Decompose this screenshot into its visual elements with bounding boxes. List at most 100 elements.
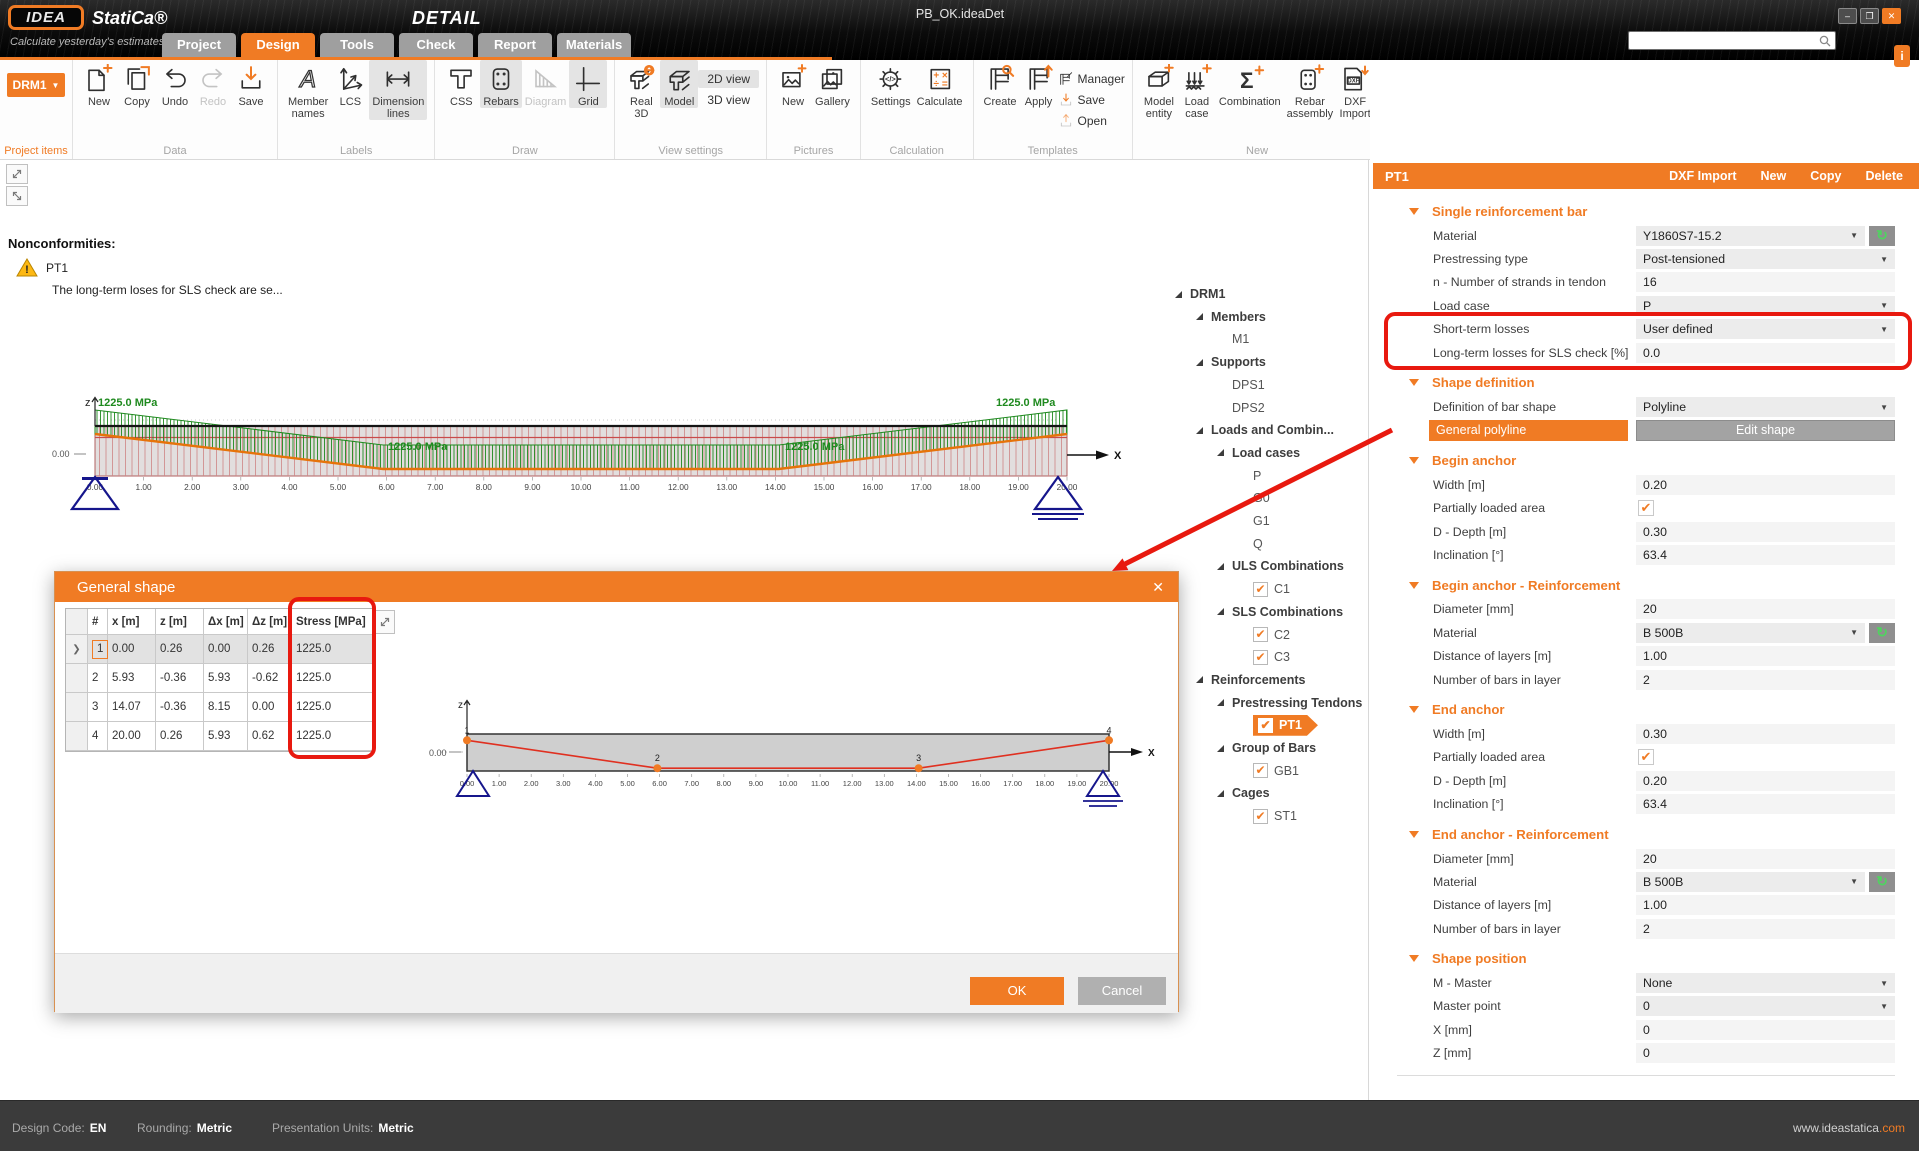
ribbon-button-save[interactable]: Save <box>1058 90 1125 109</box>
table-cell[interactable]: 1225.0 <box>292 664 374 693</box>
section-collapse-icon[interactable] <box>1409 379 1419 386</box>
nonconformity-item[interactable]: PT1 <box>46 261 68 275</box>
tree-item-gb1[interactable]: ✔GB1 <box>1237 761 1299 781</box>
property-value-field[interactable]: 0.0 <box>1636 343 1895 363</box>
tree-item-g1[interactable]: G1 <box>1237 511 1270 531</box>
table-cell[interactable]: 20.00 <box>108 722 156 751</box>
table-cell[interactable]: 0.26 <box>156 635 204 664</box>
zoom-fit-icon[interactable] <box>6 164 28 184</box>
property-value-field[interactable]: 63.4 <box>1636 794 1895 814</box>
close-button[interactable]: ✕ <box>1882 8 1901 24</box>
properties-action-dxf-import[interactable]: DXF Import <box>1669 169 1736 183</box>
ribbon-button-real-3d[interactable]: Real 3D <box>622 60 660 120</box>
tree-expander-icon[interactable] <box>1195 675 1211 684</box>
ribbon-button-dxf-import[interactable]: DXFDXF Import <box>1336 60 1370 120</box>
tab-design[interactable]: Design <box>241 33 315 57</box>
ribbon-button-combination[interactable]: ΣCombination <box>1216 60 1284 108</box>
tree-item-load-cases[interactable]: Load cases <box>1216 443 1300 463</box>
search-input[interactable] <box>1629 33 1818 48</box>
section-collapse-icon[interactable] <box>1409 457 1419 464</box>
zoom-extent-icon[interactable] <box>6 186 28 206</box>
table-row-selector[interactable] <box>66 722 88 751</box>
ribbon-button-new[interactable]: New <box>774 60 812 108</box>
ribbon-button-manager[interactable]: Manager <box>1058 69 1125 88</box>
tree-item-prestressing-tendons[interactable]: Prestressing Tendons <box>1216 693 1362 713</box>
property-value-field[interactable]: 0 <box>1636 1020 1895 1040</box>
material-refresh-icon[interactable]: ↻ <box>1869 226 1895 246</box>
table-cell[interactable]: 8.15 <box>204 693 248 722</box>
ribbon-button-rebar-assembly[interactable]: Rebar assembly <box>1284 60 1336 120</box>
property-value-field[interactable]: 0.20 <box>1636 475 1895 495</box>
tree-checkbox[interactable]: ✔ <box>1253 763 1268 778</box>
section-collapse-icon[interactable] <box>1409 955 1419 962</box>
property-value-field[interactable]: 0.20 <box>1636 771 1895 791</box>
maximize-button[interactable]: ❐ <box>1860 8 1879 24</box>
property-checkbox[interactable]: ✔ <box>1638 500 1654 516</box>
table-cell[interactable]: -0.36 <box>156 664 204 693</box>
table-cell[interactable]: 0.00 <box>248 693 292 722</box>
tree-expander-icon[interactable] <box>1195 426 1211 435</box>
tree-expander-icon[interactable] <box>1216 744 1232 753</box>
tree-item-uls-combinations[interactable]: ULS Combinations <box>1216 556 1344 576</box>
tree-expander-icon[interactable] <box>1216 789 1232 798</box>
dialog-title-bar[interactable]: General shape ✕ <box>55 572 1178 602</box>
ribbon-button-new[interactable]: New <box>80 60 118 108</box>
table-cell[interactable]: 14.07 <box>108 693 156 722</box>
ok-button[interactable]: OK <box>970 977 1064 1005</box>
section-collapse-icon[interactable] <box>1409 831 1419 838</box>
properties-action-delete[interactable]: Delete <box>1865 169 1903 183</box>
ribbon-button-css[interactable]: CSS <box>442 60 480 108</box>
table-cell[interactable]: 1 <box>88 635 108 664</box>
search-box[interactable] <box>1628 31 1836 50</box>
tree-item-q[interactable]: Q <box>1237 534 1263 554</box>
tree-checkbox[interactable]: ✔ <box>1253 650 1268 665</box>
tree-item-c3[interactable]: ✔C3 <box>1237 647 1290 667</box>
ribbon-button-apply[interactable]: Apply <box>1020 60 1058 108</box>
tree-expander-icon[interactable] <box>1195 358 1211 367</box>
ribbon-button-model[interactable]: Model <box>660 60 698 108</box>
properties-action-copy[interactable]: Copy <box>1810 169 1841 183</box>
property-dropdown[interactable]: 0▼ <box>1636 996 1895 1016</box>
tree-item-cages[interactable]: Cages <box>1216 783 1270 803</box>
table-cell[interactable]: 5.93 <box>204 664 248 693</box>
table-cell[interactable]: 0.00 <box>204 635 248 664</box>
ribbon-button-settings[interactable]: </>Settings <box>868 60 914 108</box>
ribbon-button-member-names[interactable]: AMember names <box>285 60 331 120</box>
property-dropdown[interactable]: Post-tensioned▼ <box>1636 249 1895 269</box>
property-value-field[interactable]: 2 <box>1636 919 1895 939</box>
tree-item-pt1[interactable]: ✔PT1 <box>1237 715 1318 735</box>
tree-item-loads-and-combin-[interactable]: Loads and Combin... <box>1195 420 1334 440</box>
property-dropdown[interactable]: Polyline▼ <box>1636 397 1895 417</box>
tree-item-st1[interactable]: ✔ST1 <box>1237 806 1297 826</box>
table-cell[interactable]: 1225.0 <box>292 635 374 664</box>
table-row-selector[interactable]: ❯ <box>66 635 88 664</box>
tree-expander-icon[interactable] <box>1174 290 1190 299</box>
cancel-button[interactable]: Cancel <box>1078 977 1166 1005</box>
property-value-field[interactable]: 20 <box>1636 849 1895 869</box>
properties-action-new[interactable]: New <box>1761 169 1787 183</box>
tab-project[interactable]: Project <box>162 33 236 57</box>
property-checkbox[interactable]: ✔ <box>1638 749 1654 765</box>
tree-selected-item[interactable]: ✔PT1 <box>1253 715 1318 736</box>
tree-checkbox[interactable]: ✔ <box>1253 582 1268 597</box>
tree-item-g0[interactable]: G0 <box>1237 488 1270 508</box>
tree-expander-icon[interactable] <box>1195 312 1211 321</box>
tree-item-group-of-bars[interactable]: Group of Bars <box>1216 738 1316 758</box>
edit-shape-button[interactable]: Edit shape <box>1636 420 1895 441</box>
property-dropdown[interactable]: User defined▼ <box>1636 319 1895 339</box>
property-dropdown[interactable]: B 500B▼ <box>1636 872 1865 892</box>
tree-expander-icon[interactable] <box>1216 562 1232 571</box>
tree-item-c1[interactable]: ✔C1 <box>1237 579 1290 599</box>
table-row-selector[interactable] <box>66 693 88 722</box>
tab-tools[interactable]: Tools <box>320 33 394 57</box>
tree-item-drm1[interactable]: DRM1 <box>1174 284 1225 304</box>
table-cell[interactable]: 0.26 <box>248 635 292 664</box>
tree-item-dps1[interactable]: DPS1 <box>1216 375 1265 395</box>
website-link[interactable]: www.ideastatica.com <box>1793 1121 1905 1135</box>
section-collapse-icon[interactable] <box>1409 582 1419 589</box>
ribbon-button-calculate[interactable]: +×÷=Calculate <box>914 60 966 108</box>
tree-expander-icon[interactable] <box>1216 448 1232 457</box>
property-value-field[interactable]: 1.00 <box>1636 646 1895 666</box>
tree-item-c2[interactable]: ✔C2 <box>1237 625 1290 645</box>
property-value-field[interactable]: 0.30 <box>1636 522 1895 542</box>
